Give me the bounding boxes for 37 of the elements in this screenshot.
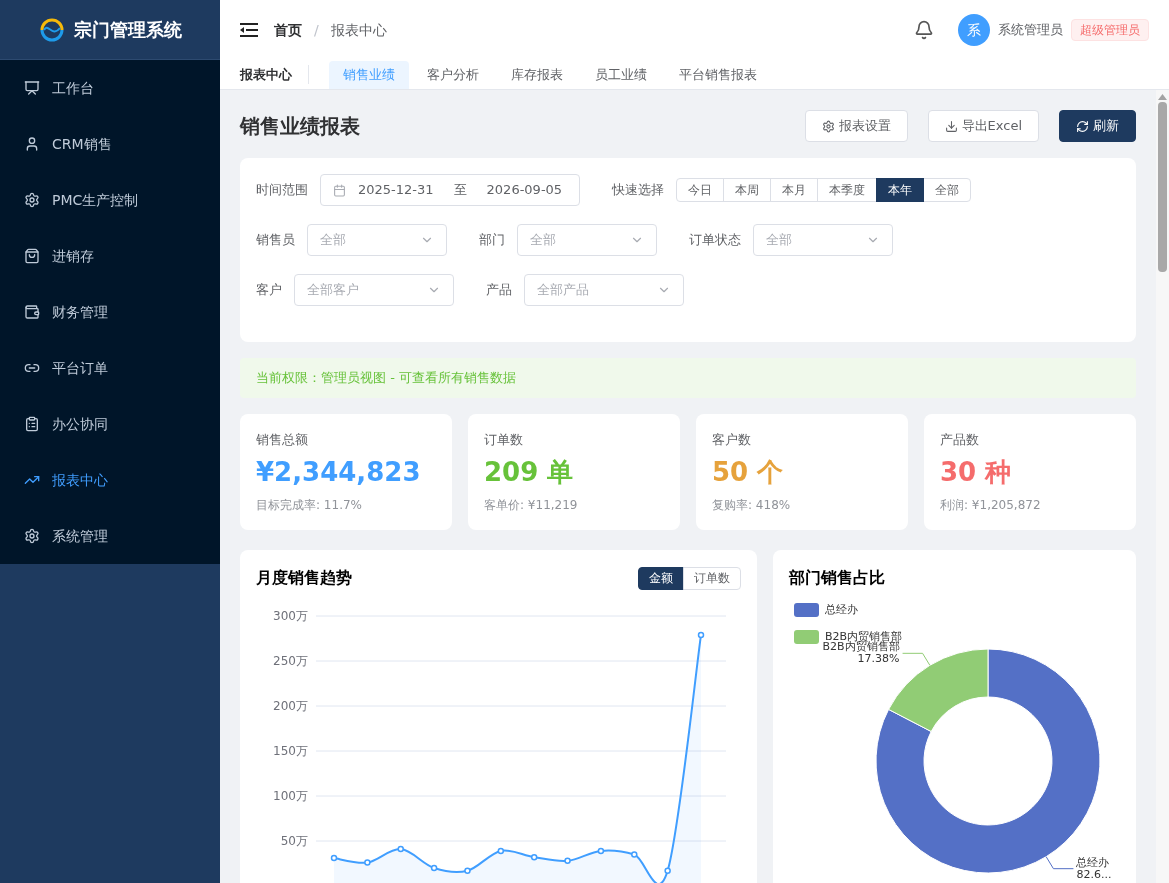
stat-label: 销售总额 [256,430,309,449]
legend-label: 总经办 [825,602,858,618]
filter-label: 客户 [256,281,282,300]
filter-label: 时间范围 [256,181,308,200]
stat-subtext: 利润: ¥1,205,872 [940,497,1042,514]
axis-tick-label: 100万 [273,789,308,803]
app-title: 宗门管理系统 [74,18,182,42]
filter-label: 快速选择 [612,181,664,200]
stat-label: 订单数 [484,430,524,449]
slice-label: 总经办 82.6... [1076,855,1112,881]
stat-value: 30 种 [940,456,1013,489]
stat-label: 客户数 [712,430,752,449]
section-title: 报表中心 [240,64,309,85]
stat-value: 209 单 [484,456,575,489]
stat-value: ¥2,344,823 [256,456,422,489]
axis-tick-label: 200万 [273,699,308,713]
filter-label: 订单状态 [689,231,741,250]
axis-tick-label: 250万 [273,654,308,668]
axis-tick-label: 300万 [273,609,308,623]
chart-title: 月度销售趋势 [256,567,352,589]
breadcrumb-item: 报表中心 [330,20,387,40]
permission-notice: 当前权限：管理员视图 - 可查看所有销售数据 [240,358,1136,398]
stat-subtext: 复购率: 418% [712,497,792,514]
stat-subtext: 目标完成率: 11.7% [256,497,363,514]
filter-label: 产品 [486,281,512,300]
breadcrumb-separator: / [314,20,319,40]
axis-tick-label: 150万 [273,744,308,758]
stat-label: 产品数 [940,430,980,449]
user-name: 系统管理员 [998,21,1063,40]
page-title: 销售业绩报表 [240,113,360,140]
chart-title: 部门销售占比 [789,568,885,587]
role-tag: 超级管理员 [1071,19,1149,41]
stat-value: 50 个 [712,456,785,489]
filter-label: 销售员 [256,231,295,250]
stat-subtext: 客单价: ¥11,219 [484,497,579,514]
axis-tick-label: 50万 [280,834,308,848]
filter-label: 部门 [479,231,505,250]
